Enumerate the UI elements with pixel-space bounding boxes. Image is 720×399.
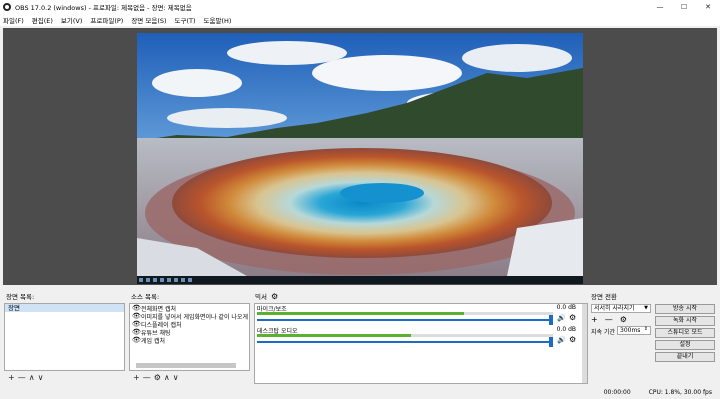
menu-scene-collection[interactable]: 장면 모음(S) — [131, 15, 166, 25]
desktop-audio-volume-fill — [257, 341, 551, 343]
add-source-icon[interactable]: + — [133, 373, 140, 382]
scenes-label: 장면 목록: — [6, 293, 35, 301]
obs-logo-icon — [3, 3, 11, 11]
eye-icon[interactable]: 👁 — [132, 320, 141, 328]
move-scene-down-icon[interactable]: ∨ — [38, 373, 44, 382]
taskbar-icon — [146, 278, 150, 282]
desktop-audio-level-meter — [257, 334, 553, 337]
taskbar-icon — [160, 278, 164, 282]
remove-transition-icon[interactable]: — — [605, 315, 613, 324]
transitions-label: 장면 전환 — [591, 293, 617, 301]
mic-aux-volume-slider[interactable] — [257, 319, 551, 321]
preview-image — [137, 33, 583, 284]
spin-icon: ⇕ — [643, 326, 648, 332]
mic-aux-speaker-icon[interactable]: 🔊 — [557, 314, 566, 322]
move-source-up-icon[interactable]: ∧ — [164, 373, 170, 382]
transitions-toolbar: + — ⚙ — [591, 315, 627, 324]
desktop-audio-volume-handle[interactable] — [549, 337, 553, 347]
move-scene-up-icon[interactable]: ∧ — [29, 373, 35, 382]
taskbar-icon — [139, 278, 143, 282]
mixer-track-desktop: 데스크탑 오디오 0.0 dB 🔊 ⚙ — [255, 326, 582, 357]
mixer-label: 믹서 — [255, 293, 267, 301]
preview-canvas[interactable] — [137, 33, 583, 284]
scenes-toolbar: + — ∧ ∨ — [8, 373, 43, 382]
stream-time: 00:00:00 — [603, 389, 631, 396]
duration-value: 300ms — [620, 327, 641, 334]
move-source-down-icon[interactable]: ∨ — [173, 373, 179, 382]
source-properties-gear-icon[interactable]: ⚙ — [154, 373, 161, 382]
mixer-header: 믹서 ⚙ — [255, 291, 278, 302]
menu-profile[interactable]: 프로파일(P) — [90, 15, 123, 25]
mixer-gear-icon[interactable]: ⚙ — [271, 292, 278, 301]
settings-button[interactable]: 설정 — [655, 340, 715, 350]
desktop-audio-gear-icon[interactable]: ⚙ — [569, 335, 576, 344]
sources-label: 소스 목록: — [131, 293, 160, 301]
source-item[interactable]: 👁 게임 캡처 — [130, 336, 249, 345]
menu-help[interactable]: 도움말(H) — [204, 15, 232, 25]
remove-scene-icon[interactable]: — — [18, 373, 26, 382]
transition-selected-value: 서서히 사라지기 — [594, 305, 635, 312]
sources-list[interactable]: 👁 전체화면 캡처 👁 이미지를 넣어서 게임화면이나 같이 나오게 👁 디스플… — [129, 303, 250, 371]
taskbar-icon — [167, 278, 171, 282]
sources-scrollbar[interactable] — [136, 363, 236, 368]
eye-icon[interactable]: 👁 — [132, 304, 141, 312]
desktop-audio-volume-slider[interactable] — [257, 341, 551, 343]
preview-taskbar — [137, 276, 583, 284]
duration-label: 지속 기간 — [591, 329, 615, 336]
desktop-audio-speaker-icon[interactable]: 🔊 — [557, 336, 566, 344]
desktop-audio-level-fill — [257, 334, 411, 337]
eye-icon[interactable]: 👁 — [132, 328, 141, 336]
studio-mode-button[interactable]: 스튜디오 모드 — [655, 328, 715, 338]
maximize-button[interactable]: ☐ — [672, 0, 696, 14]
menu-tools[interactable]: 도구(T) — [175, 15, 196, 25]
start-streaming-button[interactable]: 방송 시작 — [655, 304, 715, 314]
remove-source-icon[interactable]: — — [143, 373, 151, 382]
taskbar-icon — [188, 278, 192, 282]
close-button[interactable]: ✕ — [696, 0, 720, 14]
mic-aux-db: 0.0 dB — [556, 304, 576, 311]
taskbar-icon — [153, 278, 157, 282]
mixer-scrollbar[interactable] — [582, 304, 587, 383]
cpu-fps: CPU: 1.8%, 30.00 fps — [648, 389, 712, 396]
mic-aux-level-fill — [257, 312, 465, 315]
eye-icon[interactable]: 👁 — [132, 312, 141, 320]
source-label: 게임 캡처 — [141, 337, 165, 345]
minimize-button[interactable]: — — [648, 0, 672, 14]
transition-select[interactable]: 서서히 사라지기 ▼ — [591, 304, 651, 313]
mic-aux-gear-icon[interactable]: ⚙ — [569, 313, 576, 322]
exit-button[interactable]: 끝내기 — [655, 352, 715, 362]
transition-gear-icon[interactable]: ⚙ — [620, 315, 627, 324]
status-bar: 00:00:00 CPU: 1.8%, 30.00 fps — [0, 386, 720, 399]
sources-toolbar: + — ⚙ ∧ ∨ — [133, 373, 179, 382]
chevron-down-icon: ▼ — [644, 305, 648, 311]
eye-icon[interactable]: 👁 — [132, 336, 141, 344]
window-controls: — ☐ ✕ — [648, 0, 720, 14]
start-recording-button[interactable]: 녹화 시작 — [655, 316, 715, 326]
menu-bar: 파일(F) 편집(E) 보기(V) 프로파일(P) 장면 모음(S) 도구(T)… — [0, 14, 720, 26]
window-title: OBS 17.0.2 (windows) - 프로파일: 제목없음 - 장면: … — [15, 4, 192, 12]
taskbar-icon — [174, 278, 178, 282]
desktop-audio-db: 0.0 dB — [556, 326, 576, 333]
scenes-list[interactable]: 장면 — [4, 303, 125, 371]
menu-view[interactable]: 보기(V) — [61, 15, 82, 25]
add-scene-icon[interactable]: + — [8, 373, 15, 382]
title-bar: OBS 17.0.2 (windows) - 프로파일: 제목없음 - 장면: … — [0, 0, 720, 14]
mic-aux-level-meter — [257, 312, 553, 315]
add-transition-icon[interactable]: + — [591, 315, 598, 324]
menu-edit[interactable]: 편집(E) — [32, 15, 53, 25]
mic-aux-volume-fill — [257, 319, 551, 321]
scene-item[interactable]: 장면 — [5, 304, 124, 312]
mic-aux-volume-handle[interactable] — [549, 315, 553, 325]
menu-file[interactable]: 파일(F) — [3, 15, 24, 25]
duration-input[interactable]: 300ms ⇕ — [617, 326, 651, 335]
taskbar-icon — [181, 278, 185, 282]
